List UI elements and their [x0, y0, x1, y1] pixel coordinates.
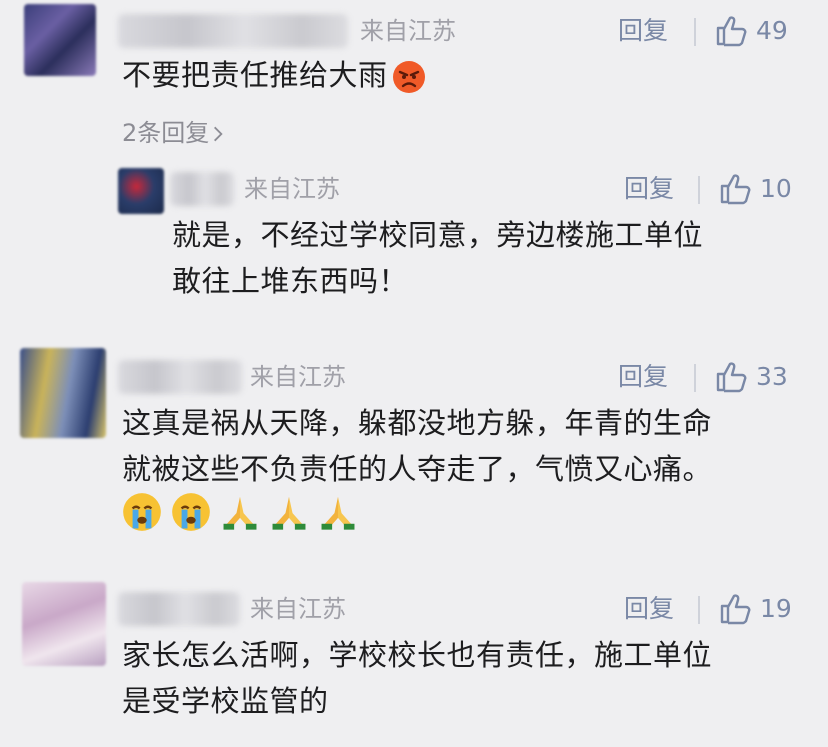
praying-hands-icon [321, 496, 355, 530]
reply-text-line: 敢往上堆东西吗！ [172, 264, 409, 298]
avatar[interactable] [24, 4, 96, 76]
reply-button[interactable]: 回复 [618, 14, 668, 48]
thumbs-up-icon[interactable] [714, 14, 748, 48]
praying-hands-icon [272, 496, 306, 530]
location-label: 来自江苏 [250, 595, 346, 623]
divider [694, 18, 696, 46]
comment-1: 来自江苏 回复 49 不要把责任推给大雨 2条回复 来自江苏 回复 10 就是，… [0, 0, 828, 330]
avatar[interactable] [20, 348, 106, 438]
comment-2: 来自江苏 回复 33 这真是祸从天降，躲都没地方躲，年青的生命 就被这些不负责任… [0, 330, 828, 560]
reply-button[interactable]: 回复 [624, 592, 674, 626]
reply-button[interactable]: 回复 [618, 360, 668, 394]
reply-text-line: 就是，不经过学校同意，旁边楼施工单位 [172, 218, 704, 252]
view-replies-link[interactable]: 2条回复 [122, 116, 223, 150]
praying-hands-icon [223, 496, 257, 530]
reply-avatar[interactable] [118, 168, 164, 214]
divider [698, 596, 700, 624]
comment-text-line: 不要把责任推给大雨 [122, 58, 388, 92]
angry-face-icon [392, 61, 425, 93]
reply-like-count: 10 [760, 174, 792, 203]
crying-face-icon [123, 493, 161, 531]
like-count: 49 [756, 16, 788, 45]
reply-location-label: 来自江苏 [244, 175, 340, 203]
comment-text-line: 家长怎么活啊，学校校长也有责任，施工单位 [122, 638, 713, 672]
view-replies-label: 2条回复 [122, 119, 210, 147]
like-count: 19 [760, 594, 792, 623]
divider [698, 176, 700, 204]
like-count: 33 [756, 362, 788, 391]
emoji-row [122, 492, 362, 532]
username-blurred[interactable] [118, 592, 240, 626]
divider [694, 364, 696, 392]
location-label: 来自江苏 [250, 363, 346, 391]
comment-text-line: 这真是祸从天降，躲都没地方躲，年青的生命 [122, 406, 713, 440]
crying-face-icon [172, 493, 210, 531]
location-label: 来自江苏 [360, 17, 456, 45]
avatar[interactable] [22, 582, 106, 666]
thumbs-up-icon[interactable] [718, 172, 752, 206]
thumbs-up-icon[interactable] [714, 360, 748, 394]
chevron-right-icon [214, 126, 223, 142]
comment-text-line: 就被这些不负责任的人夺走了，气愤又心痛。 [122, 452, 713, 486]
reply-username-blurred[interactable] [170, 172, 234, 206]
reply-reply-button[interactable]: 回复 [624, 172, 674, 206]
username-blurred[interactable] [118, 14, 348, 48]
comment-3: 来自江苏 回复 19 家长怎么活啊，学校校长也有责任，施工单位 是受学校监管的 [0, 560, 828, 747]
comment-text: 不要把责任推给大雨 [122, 52, 430, 99]
comment-text-line: 是受学校监管的 [122, 684, 329, 718]
thumbs-up-icon[interactable] [718, 592, 752, 626]
username-blurred[interactable] [118, 360, 242, 394]
